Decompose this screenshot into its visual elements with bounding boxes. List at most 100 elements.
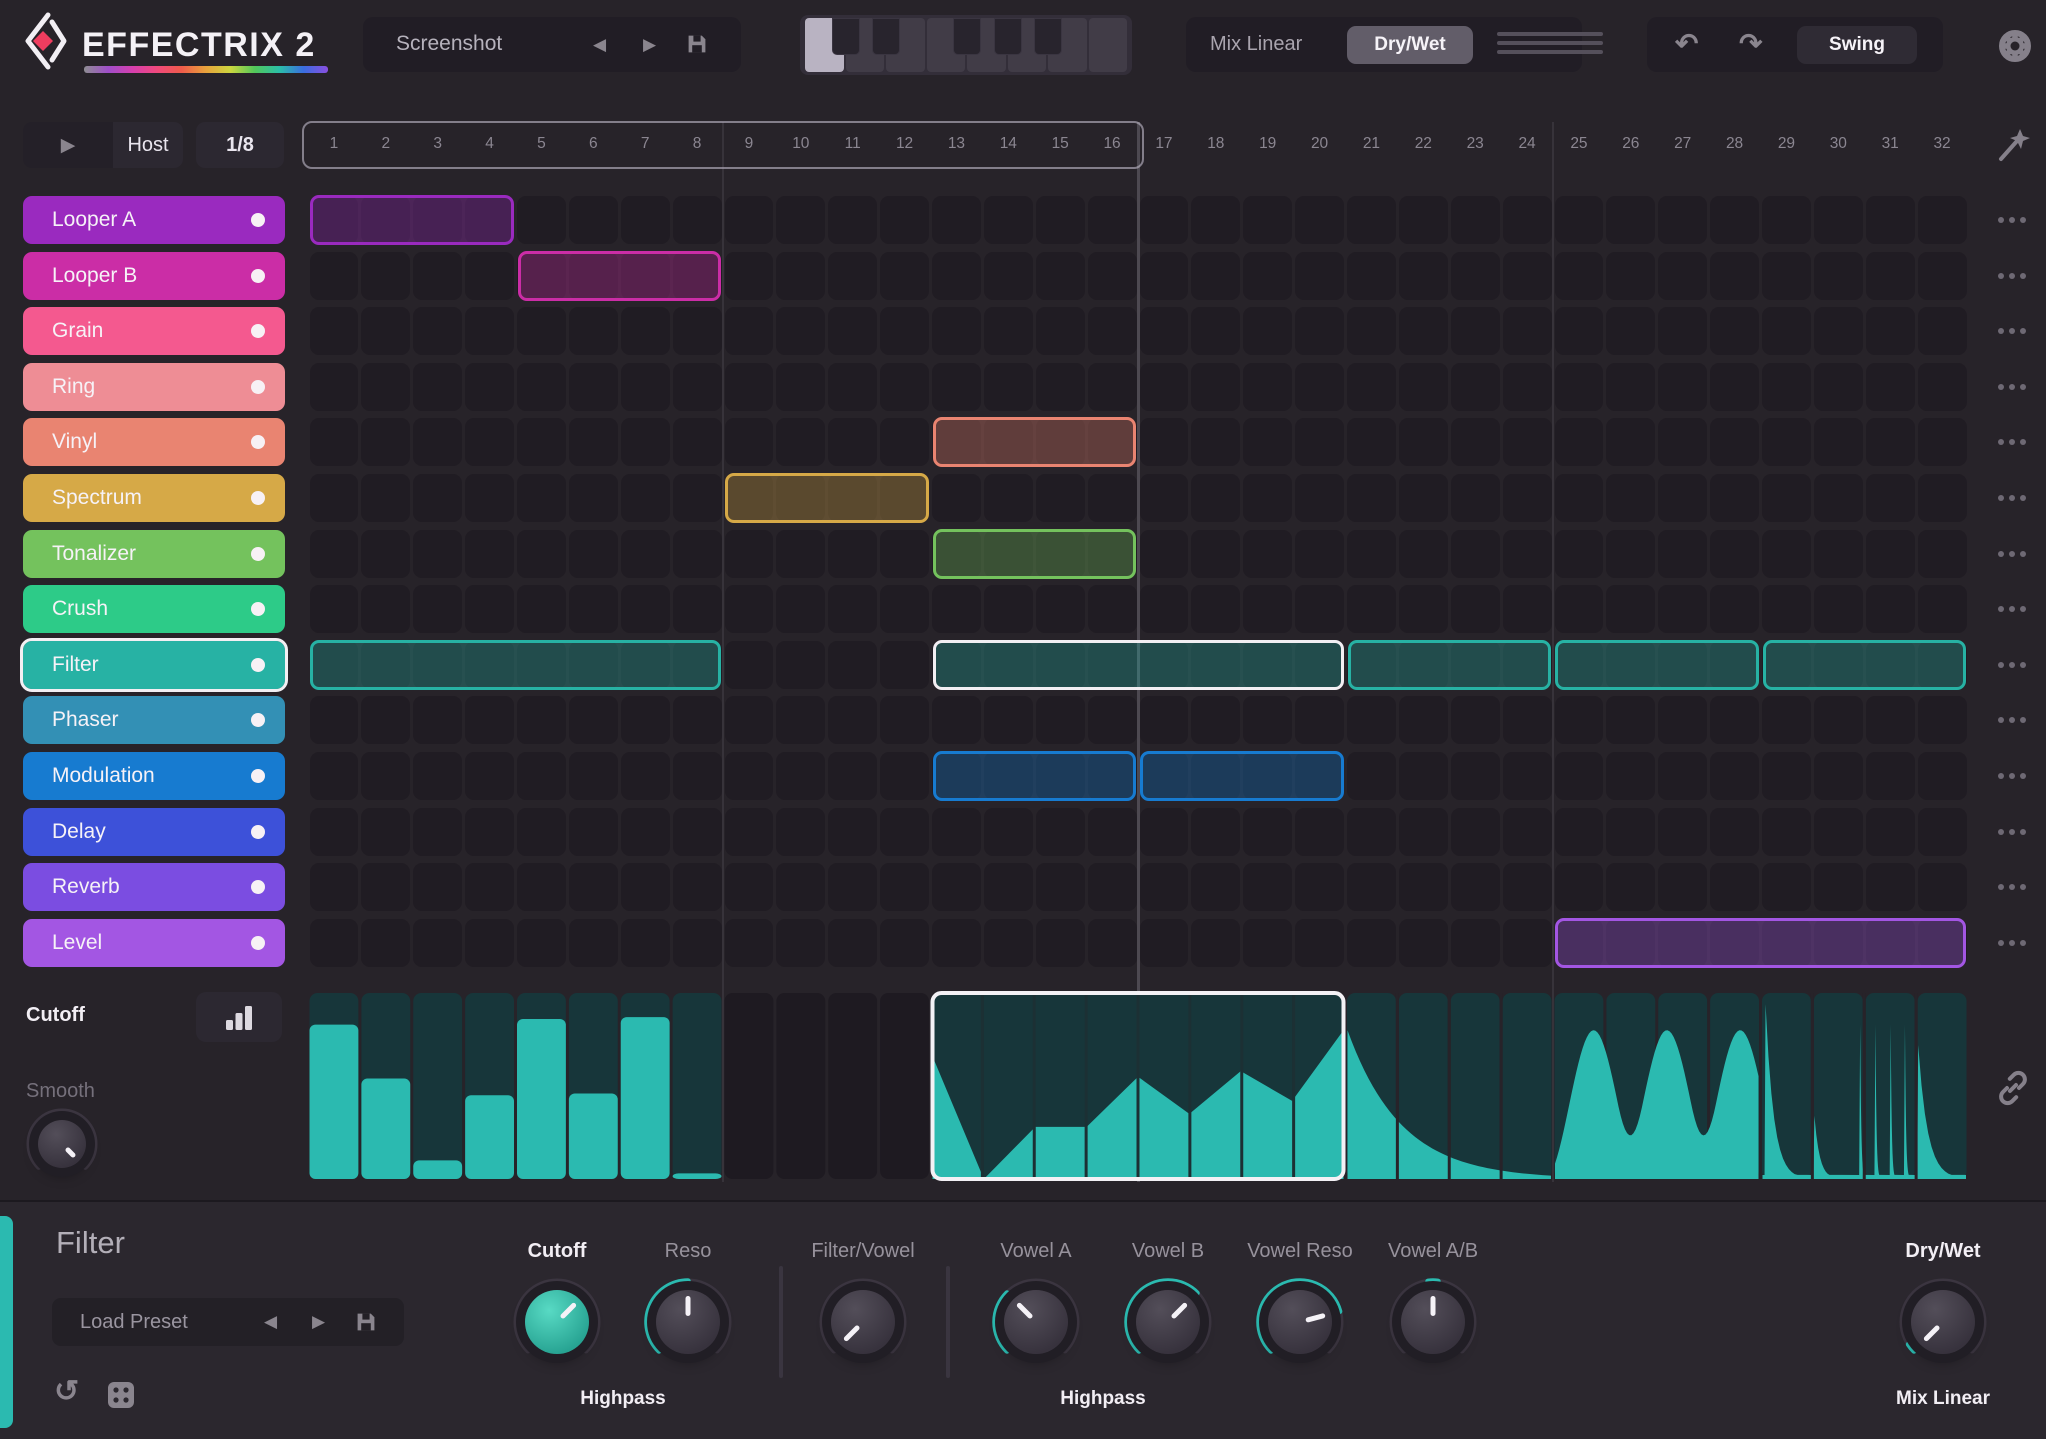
grid-cell[interactable] xyxy=(1191,307,1241,356)
grid-cell[interactable] xyxy=(932,362,981,411)
track-enable-dot[interactable] xyxy=(251,602,265,617)
knob-reso[interactable] xyxy=(633,1267,743,1377)
grid-cell[interactable] xyxy=(517,585,566,634)
grid-cell[interactable] xyxy=(361,752,411,800)
grid-cell[interactable] xyxy=(1295,307,1344,356)
grid-cell[interactable] xyxy=(1606,696,1656,745)
grid-cell[interactable] xyxy=(1502,362,1552,411)
undo-icon[interactable]: ↶ xyxy=(1675,27,1698,60)
track-chip-delay[interactable]: Delay xyxy=(23,807,285,856)
grid-cell[interactable] xyxy=(309,807,359,856)
grid-cell[interactable] xyxy=(1762,251,1811,300)
grid-cell[interactable] xyxy=(620,807,670,856)
grid-cell[interactable] xyxy=(465,585,514,634)
grid-cell[interactable] xyxy=(1243,918,1293,967)
grid-cell[interactable] xyxy=(724,418,774,467)
grid-cell[interactable] xyxy=(672,752,722,800)
grid-cell[interactable] xyxy=(1762,362,1811,411)
grid-cell[interactable] xyxy=(1450,307,1500,356)
grid-cell[interactable] xyxy=(1347,362,1396,411)
grid-cell[interactable] xyxy=(465,863,514,912)
grid-cell[interactable] xyxy=(568,307,618,356)
grid-cell[interactable] xyxy=(517,474,566,522)
grid-cell[interactable] xyxy=(1865,696,1915,745)
grid-cell[interactable] xyxy=(1347,863,1396,912)
randomize-dice-icon[interactable] xyxy=(106,1380,136,1410)
grid-cell[interactable] xyxy=(1191,585,1241,634)
grid-cell[interactable] xyxy=(672,585,722,634)
effect-preset-box[interactable]: Load Preset ◀ ▶ xyxy=(52,1298,404,1346)
grid-cell[interactable] xyxy=(1554,418,1604,467)
grid-cell[interactable] xyxy=(1087,474,1137,522)
grid-cell[interactable] xyxy=(1347,251,1396,300)
grid-cell[interactable] xyxy=(1139,863,1189,912)
track-menu-dots[interactable] xyxy=(1998,884,2026,891)
grid-cell[interactable] xyxy=(1450,863,1500,912)
grid-cell[interactable] xyxy=(828,807,878,856)
pattern-block-spectrum[interactable] xyxy=(725,473,929,523)
track-enable-dot[interactable] xyxy=(251,491,265,505)
grid-cell[interactable] xyxy=(983,307,1033,356)
grid-cell[interactable] xyxy=(1087,863,1137,912)
grid-cell[interactable] xyxy=(932,474,981,522)
grid-cell[interactable] xyxy=(828,418,878,467)
grid-cell[interactable] xyxy=(1917,807,1967,856)
track-chip-phaser[interactable]: Phaser xyxy=(23,696,285,745)
grid-cell[interactable] xyxy=(620,196,670,244)
grid-cell[interactable] xyxy=(1606,585,1656,634)
knob-vowel-reso[interactable] xyxy=(1245,1267,1355,1377)
grid-cell[interactable] xyxy=(1762,474,1811,522)
grid-cell[interactable] xyxy=(1398,752,1448,800)
grid-cell[interactable] xyxy=(828,307,878,356)
grid-cell[interactable] xyxy=(1295,918,1344,967)
grid-cell[interactable] xyxy=(465,474,514,522)
link-icon[interactable] xyxy=(1993,1068,2033,1108)
grid-cell[interactable] xyxy=(1087,918,1137,967)
grid-cell[interactable] xyxy=(1191,362,1241,411)
grid-cell[interactable] xyxy=(1554,585,1604,634)
grid-cell[interactable] xyxy=(1554,196,1604,244)
grid-cell[interactable] xyxy=(1398,918,1448,967)
grid-cell[interactable] xyxy=(1087,696,1137,745)
grid-cell[interactable] xyxy=(724,696,774,745)
grid-cell[interactable] xyxy=(1347,752,1396,800)
grid-cell[interactable] xyxy=(1710,307,1759,356)
grid-cell[interactable] xyxy=(1450,418,1500,467)
grid-cell[interactable] xyxy=(1606,807,1656,856)
grid-cell[interactable] xyxy=(517,696,566,745)
grid-cell[interactable] xyxy=(1450,251,1500,300)
grid-cell[interactable] xyxy=(1917,196,1967,244)
grid-cell[interactable] xyxy=(672,696,722,745)
grid-cell[interactable] xyxy=(568,696,618,745)
swing-button[interactable]: Swing xyxy=(1797,26,1917,64)
grid-cell[interactable] xyxy=(1191,418,1241,467)
grid-cell[interactable] xyxy=(880,640,929,689)
grid-cell[interactable] xyxy=(1813,362,1863,411)
grid-cell[interactable] xyxy=(828,196,878,244)
grid-cell[interactable] xyxy=(1450,807,1500,856)
grid-cell[interactable] xyxy=(568,752,618,800)
grid-cell[interactable] xyxy=(1243,529,1293,578)
grid-cell[interactable] xyxy=(1139,307,1189,356)
preset-next-button[interactable]: ▶ xyxy=(643,36,656,53)
grid-cell[interactable] xyxy=(1347,807,1396,856)
track-menu-dots[interactable] xyxy=(1998,439,2026,446)
grid-cell[interactable] xyxy=(1762,418,1811,467)
grid-cell[interactable] xyxy=(880,529,929,578)
track-menu-dots[interactable] xyxy=(1998,828,2026,835)
automation-lane[interactable] xyxy=(308,991,1968,1182)
grid-cell[interactable] xyxy=(1762,307,1811,356)
track-enable-dot[interactable] xyxy=(251,657,265,672)
track-enable-dot[interactable] xyxy=(251,324,265,339)
grid-cell[interactable] xyxy=(1347,585,1396,634)
grid-cell[interactable] xyxy=(1347,918,1396,967)
track-chip-ring[interactable]: Ring xyxy=(23,362,285,411)
grid-cell[interactable] xyxy=(1710,196,1759,244)
track-menu-dots[interactable] xyxy=(1998,383,2026,390)
grid-cell[interactable] xyxy=(932,807,981,856)
grid-cell[interactable] xyxy=(1243,807,1293,856)
grid-cell[interactable] xyxy=(1658,752,1708,800)
grid-cell[interactable] xyxy=(983,474,1033,522)
grid-cell[interactable] xyxy=(309,418,359,467)
grid-cell[interactable] xyxy=(1243,585,1293,634)
